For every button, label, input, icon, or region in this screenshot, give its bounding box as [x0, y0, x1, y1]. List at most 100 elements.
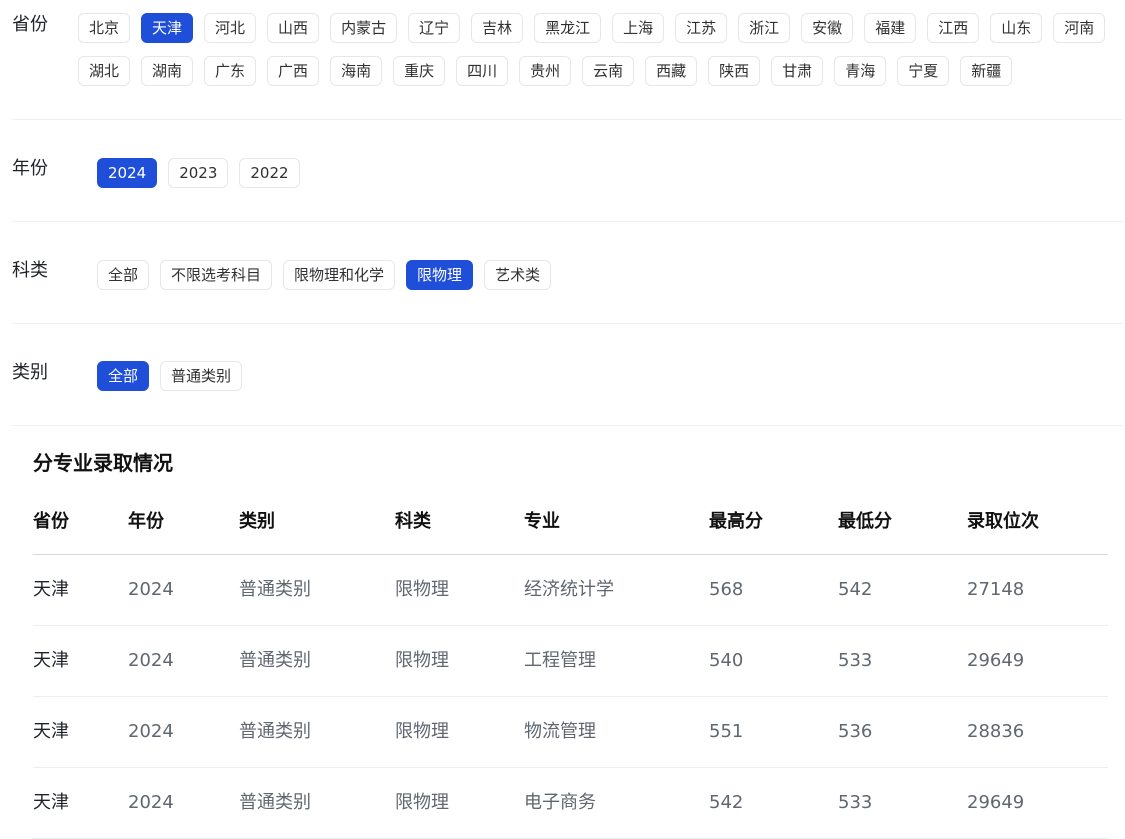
filter-label-subject: 科类 — [12, 260, 48, 281]
category-options: 全部 普通类别 — [97, 361, 1097, 391]
column-header: 录取位次 — [967, 511, 1039, 532]
table-cell: 限物理 — [395, 721, 449, 742]
filter-chip-category[interactable]: 全部 — [97, 361, 150, 391]
column-header: 年份 — [128, 511, 164, 532]
table-row: 天津 2024 普通类别 限物理 物流管理 551 536 28836 — [33, 697, 1108, 768]
table-cell: 限物理 — [395, 792, 449, 813]
table-cell: 天津 — [33, 792, 69, 813]
filter-chip-province[interactable]: 西藏 — [645, 56, 698, 86]
year-options: 2024 2023 2022 — [97, 158, 1097, 188]
column-header: 最低分 — [838, 511, 892, 532]
table-cell: 28836 — [967, 721, 1025, 742]
section-title: 分专业录取情况 — [33, 451, 173, 475]
filter-chip-province[interactable]: 江苏 — [675, 13, 728, 43]
table-body: 天津 2024 普通类别 限物理 经济统计学 568 542 27148 天津 2024 普通类别限… — [33, 555, 1108, 839]
filter-chip-province[interactable]: 山西 — [267, 13, 320, 43]
filter-label-year: 年份 — [12, 158, 48, 179]
table-header: 省份 年份 类别 科类 专业 最高分 最低分 录取位次 — [33, 490, 1108, 555]
filter-chip-year[interactable]: 2024 — [97, 158, 158, 188]
filter-chip-province[interactable]: 甘肃 — [771, 56, 824, 86]
table-row: 天津 2024 普通类别 限物理 经济统计学 568 542 27148 — [33, 555, 1108, 626]
filter-chip-province[interactable]: 福建 — [864, 13, 917, 43]
filter-chip-category[interactable]: 普通类别 — [160, 361, 243, 391]
filter-chip-province[interactable]: 海南 — [330, 56, 383, 86]
filter-chip-province[interactable]: 山东 — [990, 13, 1043, 43]
column-header: 专业 — [524, 511, 560, 532]
column-header: 最高分 — [709, 511, 763, 532]
table-cell: 542 — [838, 579, 873, 600]
filter-chip-province[interactable]: 宁夏 — [897, 56, 950, 86]
divider — [12, 119, 1123, 120]
filter-label-category: 类别 — [12, 362, 48, 383]
filter-chip-subject[interactable]: 限物理和化学 — [283, 260, 396, 290]
filter-chip-province[interactable]: 河南 — [1053, 13, 1106, 43]
filter-chip-province[interactable]: 重庆 — [393, 56, 446, 86]
table-cell: 27148 — [967, 579, 1025, 600]
table-cell: 物流管理 — [524, 721, 596, 742]
filter-chip-province[interactable]: 江西 — [927, 13, 980, 43]
filter-chip-province[interactable]: 内蒙古 — [330, 13, 398, 43]
divider — [12, 323, 1123, 324]
column-header: 省份 — [33, 511, 69, 532]
filter-chip-province[interactable]: 湖北 — [78, 56, 131, 86]
filter-chip-subject[interactable]: 不限选考科目 — [160, 260, 273, 290]
filter-chip-province[interactable]: 北京 — [78, 13, 131, 43]
filter-chip-province[interactable]: 上海 — [612, 13, 665, 43]
admission-table: 省份 年份 类别 科类 专业 最高分 最低分 录取位次 天津 2024 普通类别 限物理 经济统计学 5… — [33, 490, 1108, 839]
table-row: 天津 2024 普通类别 限物理 工程管理 540 533 29649 — [33, 626, 1108, 697]
table-cell: 2024 — [128, 792, 174, 813]
table-cell: 普通类别 — [239, 579, 311, 600]
filter-chip-province[interactable]: 贵州 — [519, 56, 572, 86]
filter-chip-subject[interactable]: 限物理 — [406, 260, 474, 290]
table-cell: 551 — [709, 721, 744, 742]
table-cell: 542 — [709, 792, 744, 813]
table-cell: 天津 — [33, 579, 69, 600]
filter-label-province: 省份 — [12, 14, 48, 35]
table-cell: 天津 — [33, 721, 69, 742]
filter-chip-province[interactable]: 青海 — [834, 56, 887, 86]
table-cell: 2024 — [128, 579, 174, 600]
table-cell: 天津 — [33, 650, 69, 671]
table-cell: 540 — [709, 650, 744, 671]
filter-chip-province[interactable]: 安徽 — [801, 13, 854, 43]
filter-chip-year[interactable]: 2023 — [168, 158, 229, 188]
filter-chip-province[interactable]: 河北 — [204, 13, 257, 43]
table-cell: 限物理 — [395, 650, 449, 671]
filter-chip-province[interactable]: 广西 — [267, 56, 320, 86]
table-cell: 2024 — [128, 721, 174, 742]
filter-chip-province[interactable]: 辽宁 — [408, 13, 461, 43]
column-header: 科类 — [395, 511, 431, 532]
column-header: 类别 — [239, 511, 275, 532]
table-cell: 工程管理 — [524, 650, 596, 671]
province-options: 北京 天津 河北 山西 内蒙古 辽宁 吉林 黑龙江 上海 江苏 浙江 安徽 福建 江西 山东 河南湖北 湖南 广东… — [78, 13, 1123, 86]
table-cell: 限物理 — [395, 579, 449, 600]
table-cell: 568 — [709, 579, 744, 600]
divider — [12, 221, 1123, 222]
filter-chip-year[interactable]: 2022 — [239, 158, 300, 188]
table-cell: 电子商务 — [524, 792, 596, 813]
table-cell: 533 — [838, 650, 873, 671]
filter-chip-province[interactable]: 四川 — [456, 56, 509, 86]
filter-chip-province[interactable]: 黑龙江 — [534, 13, 602, 43]
table-cell: 536 — [838, 721, 873, 742]
filter-chip-province[interactable]: 广东 — [204, 56, 257, 86]
filter-chip-province[interactable]: 吉林 — [471, 13, 524, 43]
filter-chip-subject[interactable]: 艺术类 — [484, 260, 552, 290]
table-cell: 普通类别 — [239, 650, 311, 671]
table-row: 天津 2024 普通类别 限物理 电子商务 542 533 29649 — [33, 768, 1108, 839]
table-cell: 533 — [838, 792, 873, 813]
subject-options: 全部 不限选考科目 限物理和化学 限物理 艺术类 — [97, 260, 1097, 290]
filter-chip-province[interactable]: 天津 — [141, 13, 194, 43]
table-cell: 经济统计学 — [524, 579, 614, 600]
filter-chip-province[interactable]: 云南 — [582, 56, 635, 86]
divider — [12, 425, 1123, 426]
table-cell: 普通类别 — [239, 792, 311, 813]
table-cell: 29649 — [967, 792, 1025, 813]
table-cell: 29649 — [967, 650, 1025, 671]
filter-chip-subject[interactable]: 全部 — [97, 260, 150, 290]
table-cell: 普通类别 — [239, 721, 311, 742]
filter-chip-province[interactable]: 新疆 — [960, 56, 1013, 86]
filter-chip-province[interactable]: 陕西 — [708, 56, 761, 86]
filter-chip-province[interactable]: 浙江 — [738, 13, 791, 43]
filter-chip-province[interactable]: 湖南 — [141, 56, 194, 86]
